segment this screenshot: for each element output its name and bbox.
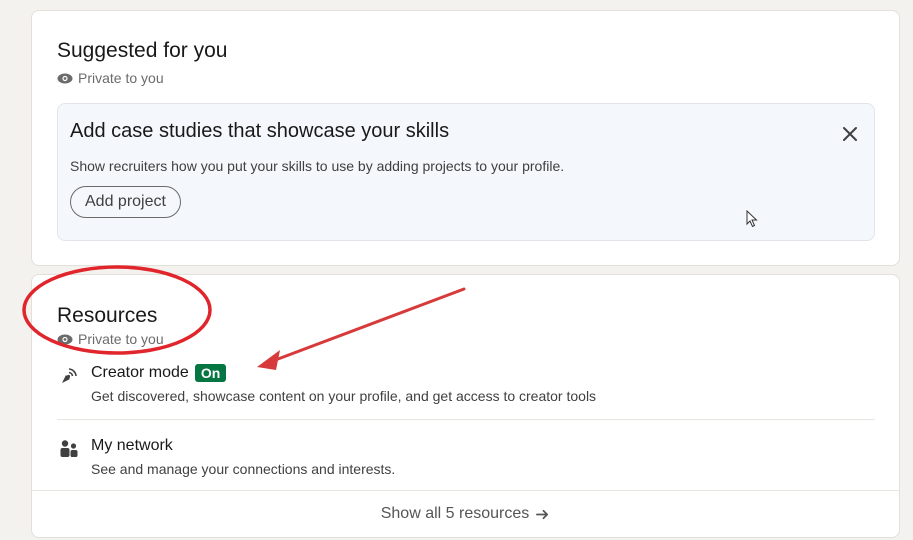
my-network-title: My network [91, 437, 173, 455]
suggested-privacy-text: Private to you [78, 70, 164, 86]
broadcast-icon [62, 368, 77, 383]
resource-item-creator-mode[interactable]: Creator mode On Get discovered, showcase… [57, 364, 875, 404]
suggested-section: Suggested for you Private to you Add cas… [31, 10, 900, 266]
resources-privacy: Private to you [57, 331, 164, 347]
creator-mode-label: Creator mode [91, 364, 189, 381]
resources-privacy-text: Private to you [78, 331, 164, 347]
suggestion-heading: Add case studies that showcase your skil… [70, 120, 450, 142]
divider [57, 419, 875, 420]
suggestion-description: Show recruiters how you put your skills … [70, 158, 565, 174]
resources-section: Resources Private to you Creator mode On… [31, 274, 900, 538]
resource-item-my-network[interactable]: My network See and manage your connectio… [57, 437, 875, 477]
mouse-cursor-icon [746, 210, 758, 228]
suggested-privacy: Private to you [57, 70, 164, 86]
creator-mode-description: Get discovered, showcase content on your… [91, 388, 597, 404]
suggestion-card: Add case studies that showcase your skil… [57, 103, 875, 241]
dismiss-button[interactable] [840, 124, 860, 144]
my-network-description: See and manage your connections and inte… [91, 461, 396, 477]
eye-icon [57, 73, 73, 83]
suggested-title: Suggested for you [57, 39, 228, 62]
show-all-resources-button[interactable]: Show all 5 resources [32, 490, 899, 537]
status-badge: On [194, 364, 227, 382]
eye-icon [57, 334, 73, 344]
arrow-right-icon [536, 509, 549, 519]
resources-title: Resources [57, 304, 158, 327]
close-icon [843, 127, 857, 141]
show-all-label: Show all 5 resources [380, 505, 530, 522]
people-icon [60, 440, 78, 457]
my-network-label: My network [91, 437, 173, 454]
add-project-button[interactable]: Add project [70, 186, 181, 218]
creator-mode-title: Creator mode On [91, 364, 227, 382]
